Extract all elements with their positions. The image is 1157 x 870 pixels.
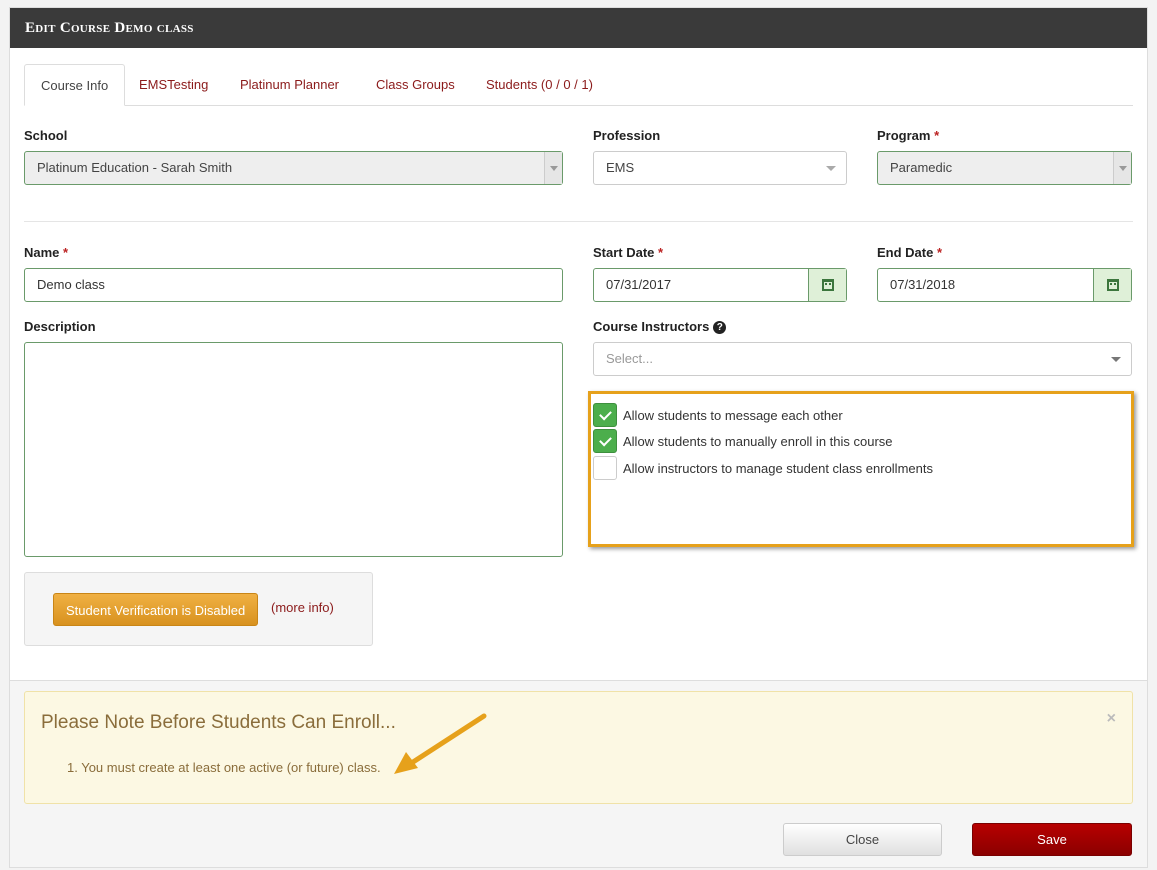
tab-bar: Course Info EMSTesting Platinum Planner …: [24, 64, 1133, 106]
option-message-each-other[interactable]: Allow students to message each other: [593, 403, 843, 427]
option-instructors-manage-enrollments[interactable]: Allow instructors to manage student clas…: [593, 456, 933, 480]
alert-title: Please Note Before Students Can Enroll..…: [41, 712, 396, 733]
program-value: Paramedic: [890, 160, 953, 175]
enroll-note-alert: Please Note Before Students Can Enroll..…: [24, 691, 1133, 804]
option-label: Allow instructors to manage student clas…: [623, 460, 933, 476]
annotation-arrow-icon: [394, 713, 487, 774]
start-date-value[interactable]: 07/31/2017: [594, 269, 808, 301]
tab-platinum-planner[interactable]: Platinum Planner: [224, 64, 355, 106]
question-circle-icon[interactable]: ?: [713, 321, 727, 334]
tab-class-groups[interactable]: Class Groups: [360, 64, 471, 106]
program-select[interactable]: Paramedic: [877, 151, 1132, 185]
caret-down-icon: [826, 166, 836, 171]
student-verification-panel: Student Verification is Disabled (more i…: [24, 572, 373, 646]
tab-course-info[interactable]: Course Info: [24, 64, 126, 106]
modal-header: Edit Course Demo class: [10, 8, 1147, 48]
course-instructors-placeholder: Select...: [606, 351, 653, 366]
end-date-label: End Date *: [877, 245, 943, 260]
description-label: Description: [24, 319, 96, 334]
alert-item: 1. You must create at least one active (…: [67, 760, 381, 775]
student-verification-button[interactable]: Student Verification is Disabled: [53, 593, 259, 626]
course-instructors-select[interactable]: Select...: [593, 342, 1132, 376]
school-value: Platinum Education - Sarah Smith: [37, 160, 233, 175]
profession-label: Profession: [593, 128, 661, 143]
caret-down-icon: [1111, 357, 1121, 362]
option-manually-enroll[interactable]: Allow students to manually enroll in thi…: [593, 429, 893, 453]
start-date-field[interactable]: 07/31/2017: [593, 268, 847, 302]
close-icon[interactable]: ×: [1107, 710, 1116, 728]
option-label: Allow students to manually enroll in thi…: [623, 433, 893, 449]
tab-students[interactable]: Students (0 / 0 / 1): [470, 64, 609, 106]
course-instructors-label: Course Instructors?: [593, 319, 727, 334]
more-info-link[interactable]: (more info): [271, 600, 334, 615]
description-textarea[interactable]: [24, 342, 563, 557]
end-date-field[interactable]: 07/31/2018: [877, 268, 1132, 302]
checkbox-checked[interactable]: [593, 403, 617, 427]
start-date-label: Start Date *: [593, 245, 664, 260]
end-date-calendar-button[interactable]: [1093, 269, 1131, 301]
chevron-down-icon: [1113, 152, 1131, 184]
name-input[interactable]: Demo class: [24, 268, 563, 302]
program-label: Program *: [877, 128, 940, 143]
school-label: School: [24, 128, 68, 143]
start-date-calendar-button[interactable]: [808, 269, 846, 301]
close-button[interactable]: Close: [783, 823, 942, 856]
divider: [24, 221, 1133, 222]
name-label: Name *: [24, 245, 69, 260]
profession-value: EMS: [606, 160, 635, 175]
checkbox-checked[interactable]: [593, 429, 617, 453]
edit-course-modal: Edit Course Demo class Course Info EMSTe…: [9, 7, 1148, 868]
save-button[interactable]: Save: [972, 823, 1132, 856]
tab-emstesting[interactable]: EMSTesting: [123, 64, 224, 106]
profession-select[interactable]: EMS: [593, 151, 847, 185]
modal-title: Edit Course Demo class: [25, 19, 194, 36]
end-date-value[interactable]: 07/31/2018: [878, 269, 1093, 301]
option-label: Allow students to message each other: [623, 407, 843, 423]
calendar-icon: [1106, 279, 1119, 291]
chevron-down-icon: [544, 152, 562, 184]
checkbox-unchecked[interactable]: [593, 456, 617, 480]
calendar-icon: [821, 279, 834, 291]
school-select[interactable]: Platinum Education - Sarah Smith: [24, 151, 563, 185]
